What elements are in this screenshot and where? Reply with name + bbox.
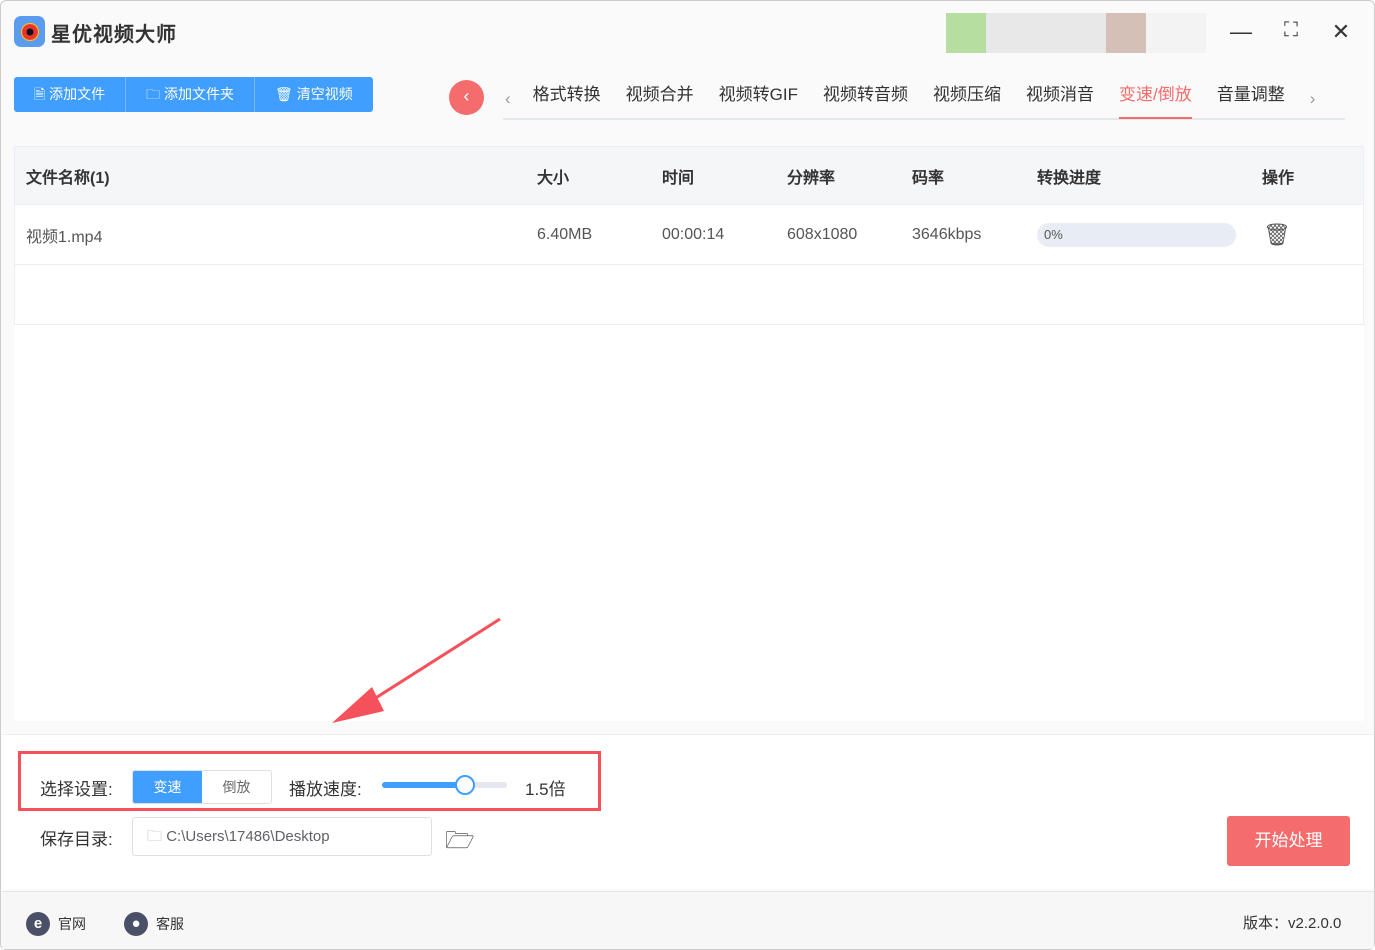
- clear-videos-button[interactable]: 🗑 清空视频: [255, 77, 373, 112]
- tab-audio[interactable]: 视频转音频: [823, 78, 908, 119]
- app-logo-icon: [14, 16, 45, 47]
- mode-speed-button[interactable]: 变速: [133, 771, 202, 803]
- file-table: 文件名称(1) 大小 时间 分辨率 码率 转换进度 操作 视频1.mp4 6.4…: [14, 146, 1364, 325]
- header-time: 时间: [662, 169, 695, 187]
- speed-label: 播放速度:: [289, 780, 362, 799]
- tab-volume[interactable]: 音量调整: [1217, 78, 1285, 119]
- user-info-blurred: [946, 13, 1206, 53]
- mode-toggle: 变速 倒放: [132, 770, 272, 804]
- save-dir-label: 保存目录:: [40, 830, 113, 849]
- file-resolution: 608x1080: [787, 225, 858, 243]
- support-label: 客服: [156, 916, 184, 932]
- minimize-button[interactable]: —: [1226, 19, 1256, 45]
- back-button[interactable]: ‹: [449, 80, 484, 115]
- start-button[interactable]: 开始处理: [1227, 816, 1350, 866]
- app-window: 星优视频大师 — ⛶ ✕ 🗎 添加文件 🗀 添加文件夹 🗑 清空视频 ‹ ‹ 格…: [0, 0, 1375, 950]
- file-bitrate: 3646kbps: [912, 225, 982, 243]
- annotation-arrow: [332, 617, 501, 723]
- tab-gif[interactable]: 视频转GIF: [719, 78, 798, 119]
- progress-bar: 0%: [1037, 222, 1236, 247]
- chat-icon: ●: [124, 912, 148, 936]
- support-link[interactable]: ● 客服: [124, 912, 184, 936]
- mode-reverse-button[interactable]: 倒放: [202, 771, 271, 803]
- header-size: 大小: [537, 169, 570, 187]
- tab-speed-reverse[interactable]: 变速/倒放: [1119, 78, 1192, 119]
- tabs-prev-icon[interactable]: ‹: [505, 89, 511, 109]
- select-setting-label: 选择设置:: [40, 780, 113, 799]
- clear-label: 清空视频: [296, 86, 353, 102]
- add-file-label: 添加文件: [49, 86, 106, 102]
- table-row[interactable]: 视频1.mp4 6.40MB 00:00:14 608x1080 3646kbp…: [15, 205, 1363, 265]
- file-name: 视频1.mp4: [26, 228, 103, 246]
- header-resolution: 分辨率: [787, 169, 836, 187]
- tab-bar: ‹ 格式转换 视频合并 视频转GIF 视频转音频 视频压缩 视频消音 变速/倒放…: [503, 79, 1345, 120]
- header-filename: 文件名称(1): [26, 169, 110, 187]
- save-path-input[interactable]: 🗀 C:\Users\17486\Desktop: [132, 817, 432, 856]
- version-text: 版本：v2.2.0.0: [1243, 915, 1342, 932]
- browser-icon: e: [26, 912, 50, 936]
- delete-icon[interactable]: 🗑: [1263, 222, 1291, 248]
- maximize-button[interactable]: ⛶: [1276, 19, 1306, 42]
- add-folder-label: 添加文件夹: [164, 86, 235, 102]
- tab-merge[interactable]: 视频合并: [626, 78, 694, 119]
- footer: e 官网 ● 客服 版本：v2.2.0.0: [2, 891, 1374, 949]
- close-button[interactable]: ✕: [1326, 19, 1356, 45]
- tab-format[interactable]: 格式转换: [533, 78, 601, 119]
- app-title: 星优视频大师: [51, 24, 177, 46]
- slider-thumb[interactable]: [454, 775, 475, 795]
- header-progress: 转换进度: [1037, 169, 1102, 187]
- speed-slider[interactable]: [382, 775, 507, 795]
- content-area: [14, 325, 1364, 723]
- folder-small-icon: 🗀: [147, 828, 163, 845]
- header-actions: 操作: [1262, 169, 1295, 187]
- file-time: 00:00:14: [662, 225, 725, 243]
- add-file-button[interactable]: 🗎 添加文件: [14, 77, 127, 112]
- speed-value: 1.5倍: [525, 780, 566, 799]
- header-bitrate: 码率: [912, 169, 945, 187]
- website-link[interactable]: e 官网: [26, 912, 86, 936]
- tabs-next-icon[interactable]: ›: [1310, 89, 1316, 109]
- open-folder-icon[interactable]: 🗁: [445, 823, 475, 864]
- save-path-text: C:\Users\17486\Desktop: [166, 828, 330, 845]
- file-size: 6.40MB: [537, 225, 593, 243]
- add-folder-button[interactable]: 🗀 添加文件夹: [126, 77, 256, 112]
- tab-compress[interactable]: 视频压缩: [933, 78, 1001, 119]
- website-label: 官网: [58, 916, 86, 932]
- tab-mute[interactable]: 视频消音: [1026, 78, 1094, 119]
